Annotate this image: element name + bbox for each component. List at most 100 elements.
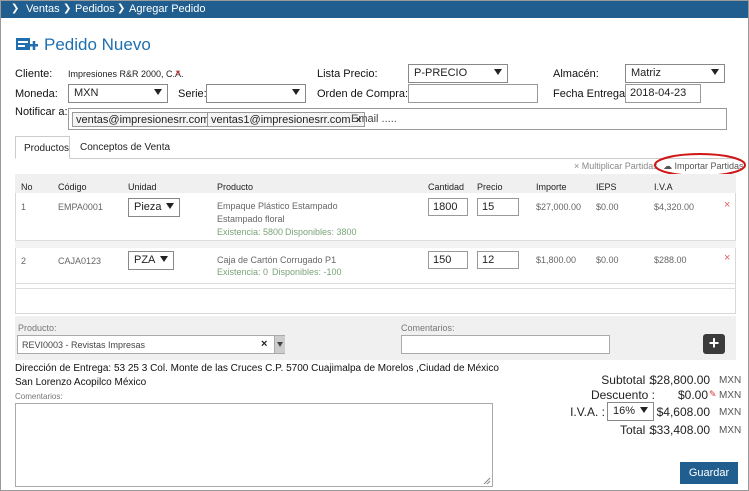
header-cantidad: Cantidad (428, 182, 465, 192)
header-unidad: Unidad (128, 182, 157, 192)
total-currency: MXN (719, 425, 742, 436)
row-disponibles: Disponibles: 3800 (285, 227, 357, 237)
lista-precio-select[interactable]: P-PRECIO (408, 64, 508, 83)
email-tag: ventas1@impresionesrr.com × (207, 112, 366, 127)
row-iva: $4,320.00 (654, 202, 695, 212)
plus-icon: + (708, 333, 720, 353)
header-ieps: IEPS (596, 182, 617, 192)
direccion-entrega-line2: San Lorenzo Acopilco México (15, 377, 147, 388)
row-producto: Empaque Plástico Estampado (217, 201, 338, 211)
lista-precio-label: Lista Precio: (317, 68, 378, 80)
multiplicar-partidas-button[interactable]: × Multiplicar Partidas (574, 161, 658, 171)
precio-input[interactable]: 12 (477, 251, 519, 269)
add-line-button[interactable]: + (703, 334, 725, 354)
producto-select[interactable]: REVI0003 - Revistas Impresas × (17, 335, 285, 354)
line-comentarios-label: Comentarios: (401, 323, 455, 333)
subtotal-label: Subtotal : (601, 373, 652, 387)
table-row (15, 193, 736, 241)
fecha-entrega-input[interactable]: 2018-04-23 (625, 84, 701, 103)
row-codigo: EMPA0001 (58, 202, 103, 212)
email-tag: ventas@impresionesrr.com× (72, 112, 225, 127)
row-producto: Caja de Cartón Corrugado P1 (217, 255, 337, 265)
delete-row-icon[interactable]: × (724, 199, 730, 211)
iva-value: $4,608.00 (656, 405, 710, 419)
unidad-select[interactable]: PZA (128, 251, 174, 270)
comentarios-textarea[interactable] (15, 403, 493, 487)
multiply-icon: × (574, 161, 580, 171)
header-codigo: Código (58, 182, 87, 192)
descuento-value[interactable]: $0.00 (650, 388, 708, 402)
chevron-down-icon (154, 89, 162, 95)
row-producto-detail: Estampado floral (217, 214, 285, 224)
header-no: No (21, 182, 33, 192)
unidad-select[interactable]: Pieza (128, 198, 180, 217)
header-precio: Precio (477, 182, 503, 192)
row-ieps: $0.00 (596, 202, 619, 212)
iva-currency: MXN (719, 407, 742, 418)
breadcrumb-ventas[interactable]: Ventas (26, 3, 60, 15)
tab-conceptos-label: Conceptos de Venta (80, 142, 171, 153)
descuento-label: Descuento : (590, 388, 655, 402)
resize-handle-icon[interactable] (483, 477, 491, 485)
subtotal-value: $28,800.00 (650, 373, 711, 387)
row-iva: $288.00 (654, 255, 687, 265)
tab-conceptos-venta[interactable]: Conceptos de Venta (73, 136, 173, 158)
email-tag-text: ventas@impresionesrr.com (76, 114, 210, 126)
unidad-value: Pieza (134, 201, 162, 213)
chevron-down-icon (711, 69, 719, 75)
chevron-right-icon: ❯ (11, 3, 20, 14)
producto-select-value: REVI0003 - Revistas Impresas (22, 340, 146, 350)
almacen-select[interactable]: Matriz (625, 64, 725, 83)
cantidad-input[interactable]: 1800 (428, 198, 468, 216)
descuento-currency: MXN (719, 390, 742, 401)
guardar-button[interactable]: Guardar (680, 462, 738, 484)
iva-label: I.V.A. : (570, 405, 605, 419)
line-comentarios-input[interactable] (401, 335, 610, 354)
chevron-down-icon (494, 69, 502, 75)
chevron-down-icon (166, 203, 174, 209)
table-empty-row (15, 288, 736, 312)
comentarios-label: Comentarios: (15, 392, 63, 401)
table-row (15, 248, 736, 284)
row-disponibles: Disponibles: -100 (272, 267, 342, 277)
producto-label: Producto: (18, 323, 57, 333)
notificar-label: Notificar a: (15, 106, 68, 118)
tab-productos-label: Productos (24, 143, 70, 154)
breadcrumb-pedidos[interactable]: Pedidos (75, 3, 115, 15)
orden-compra-label: Orden de Compra: (317, 88, 409, 100)
row-ieps: $0.00 (596, 255, 619, 265)
fecha-entrega-label: Fecha Entrega: (553, 88, 629, 100)
delete-row-icon[interactable]: × (724, 252, 730, 264)
subtotal-currency: MXN (719, 375, 742, 386)
cliente-clear-icon[interactable]: × (175, 68, 181, 79)
moneda-select[interactable]: MXN (68, 84, 168, 103)
tab-productos[interactable]: Productos (15, 136, 70, 159)
tabs-divider (15, 158, 736, 159)
serie-label: Serie: (178, 88, 207, 100)
almacen-label: Almacén: (553, 68, 599, 80)
iva-rate-value: 16% (613, 405, 636, 417)
serie-select[interactable] (206, 84, 306, 103)
row-importe: $27,000.00 (536, 202, 582, 212)
lista-precio-value: P-PRECIO (414, 67, 468, 79)
chevron-down-icon (292, 89, 300, 95)
almacen-value: Matriz (631, 67, 661, 79)
email-placeholder: Email ..... (351, 113, 397, 125)
orden-compra-input[interactable] (408, 84, 538, 103)
cliente-value[interactable]: Impresiones R&R 2000, C.A. (68, 69, 184, 79)
breadcrumb-agregar-pedido[interactable]: Agregar Pedido (129, 3, 205, 15)
iva-rate-select[interactable]: 16% (607, 402, 654, 421)
cantidad-input[interactable]: 150 (428, 251, 468, 269)
total-label: Total : (619, 423, 652, 437)
clear-icon[interactable]: × (261, 338, 267, 350)
dropdown-toggle[interactable] (274, 336, 285, 353)
moneda-label: Moneda: (15, 88, 58, 100)
new-order-icon (16, 38, 38, 50)
chevron-right-icon: ❯ (63, 3, 72, 14)
precio-input[interactable]: 15 (477, 198, 519, 216)
row-existencia: Existencia: 5800 (217, 227, 284, 237)
notificar-email-field[interactable]: ventas@impresionesrr.com× ventas1@impres… (68, 108, 727, 130)
row-no: 1 (21, 202, 27, 212)
total-value: $33,408.00 (650, 423, 711, 437)
edit-pencil-icon[interactable]: ✎ (709, 389, 717, 400)
